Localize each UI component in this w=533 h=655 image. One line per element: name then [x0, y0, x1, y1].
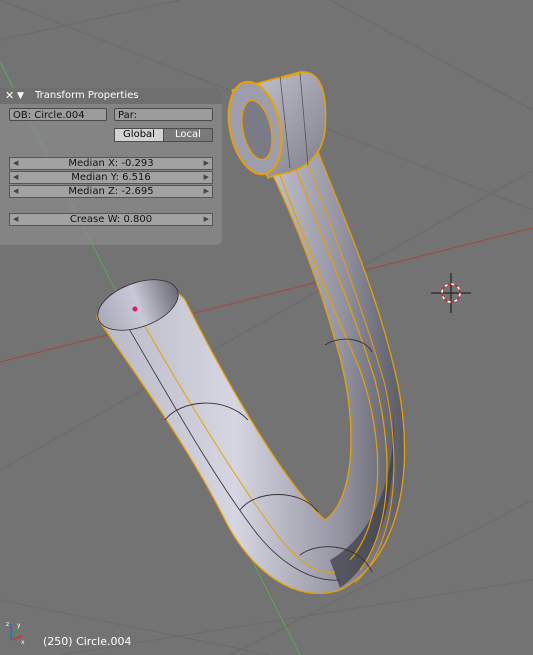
crease-w-field[interactable]: ◀ Crease W: 0.800 ▶	[9, 213, 213, 226]
median-z-label: Median Z: -2.695	[68, 186, 154, 197]
panel-title: Transform Properties	[35, 90, 139, 101]
active-vertex[interactable]	[132, 306, 138, 312]
decrement-icon[interactable]: ◀	[13, 172, 18, 183]
panel-header[interactable]: ✕ ▼ Transform Properties	[0, 88, 222, 104]
svg-text:y: y	[17, 622, 21, 629]
close-icon[interactable]: ✕	[5, 88, 14, 104]
median-y-field[interactable]: ◀ Median Y: 6.516 ▶	[9, 171, 213, 184]
median-x-field[interactable]: ◀ Median X: -0.293 ▶	[9, 157, 213, 170]
triangle-down-icon[interactable]: ▼	[17, 88, 24, 104]
increment-icon[interactable]: ▶	[204, 172, 209, 183]
3d-cursor-icon[interactable]	[431, 273, 471, 313]
object-name-field[interactable]: OB: Circle.004	[9, 108, 107, 121]
decrement-icon[interactable]: ◀	[13, 214, 18, 225]
svg-text:z: z	[6, 621, 9, 628]
parent-field[interactable]: Par:	[114, 108, 213, 121]
median-y-label: Median Y: 6.516	[71, 172, 151, 183]
frame-object-status: (250) Circle.004	[43, 635, 132, 648]
crease-w-label: Crease W: 0.800	[69, 214, 153, 225]
svg-text:x: x	[21, 639, 25, 646]
increment-icon[interactable]: ▶	[204, 214, 209, 225]
decrement-icon[interactable]: ◀	[13, 186, 18, 197]
decrement-icon[interactable]: ◀	[13, 158, 18, 169]
global-toggle[interactable]: Global	[114, 128, 164, 142]
increment-icon[interactable]: ▶	[204, 186, 209, 197]
median-z-field[interactable]: ◀ Median Z: -2.695 ▶	[9, 185, 213, 198]
median-x-label: Median X: -0.293	[68, 158, 154, 169]
increment-icon[interactable]: ▶	[204, 158, 209, 169]
axis-gizmo-icon: x y z	[6, 621, 25, 646]
local-toggle[interactable]: Local	[163, 128, 213, 142]
transform-properties-panel: ✕ ▼ Transform Properties OB: Circle.004 …	[0, 88, 222, 245]
3d-viewport[interactable]: ✕ ▼ Transform Properties OB: Circle.004 …	[0, 0, 533, 655]
